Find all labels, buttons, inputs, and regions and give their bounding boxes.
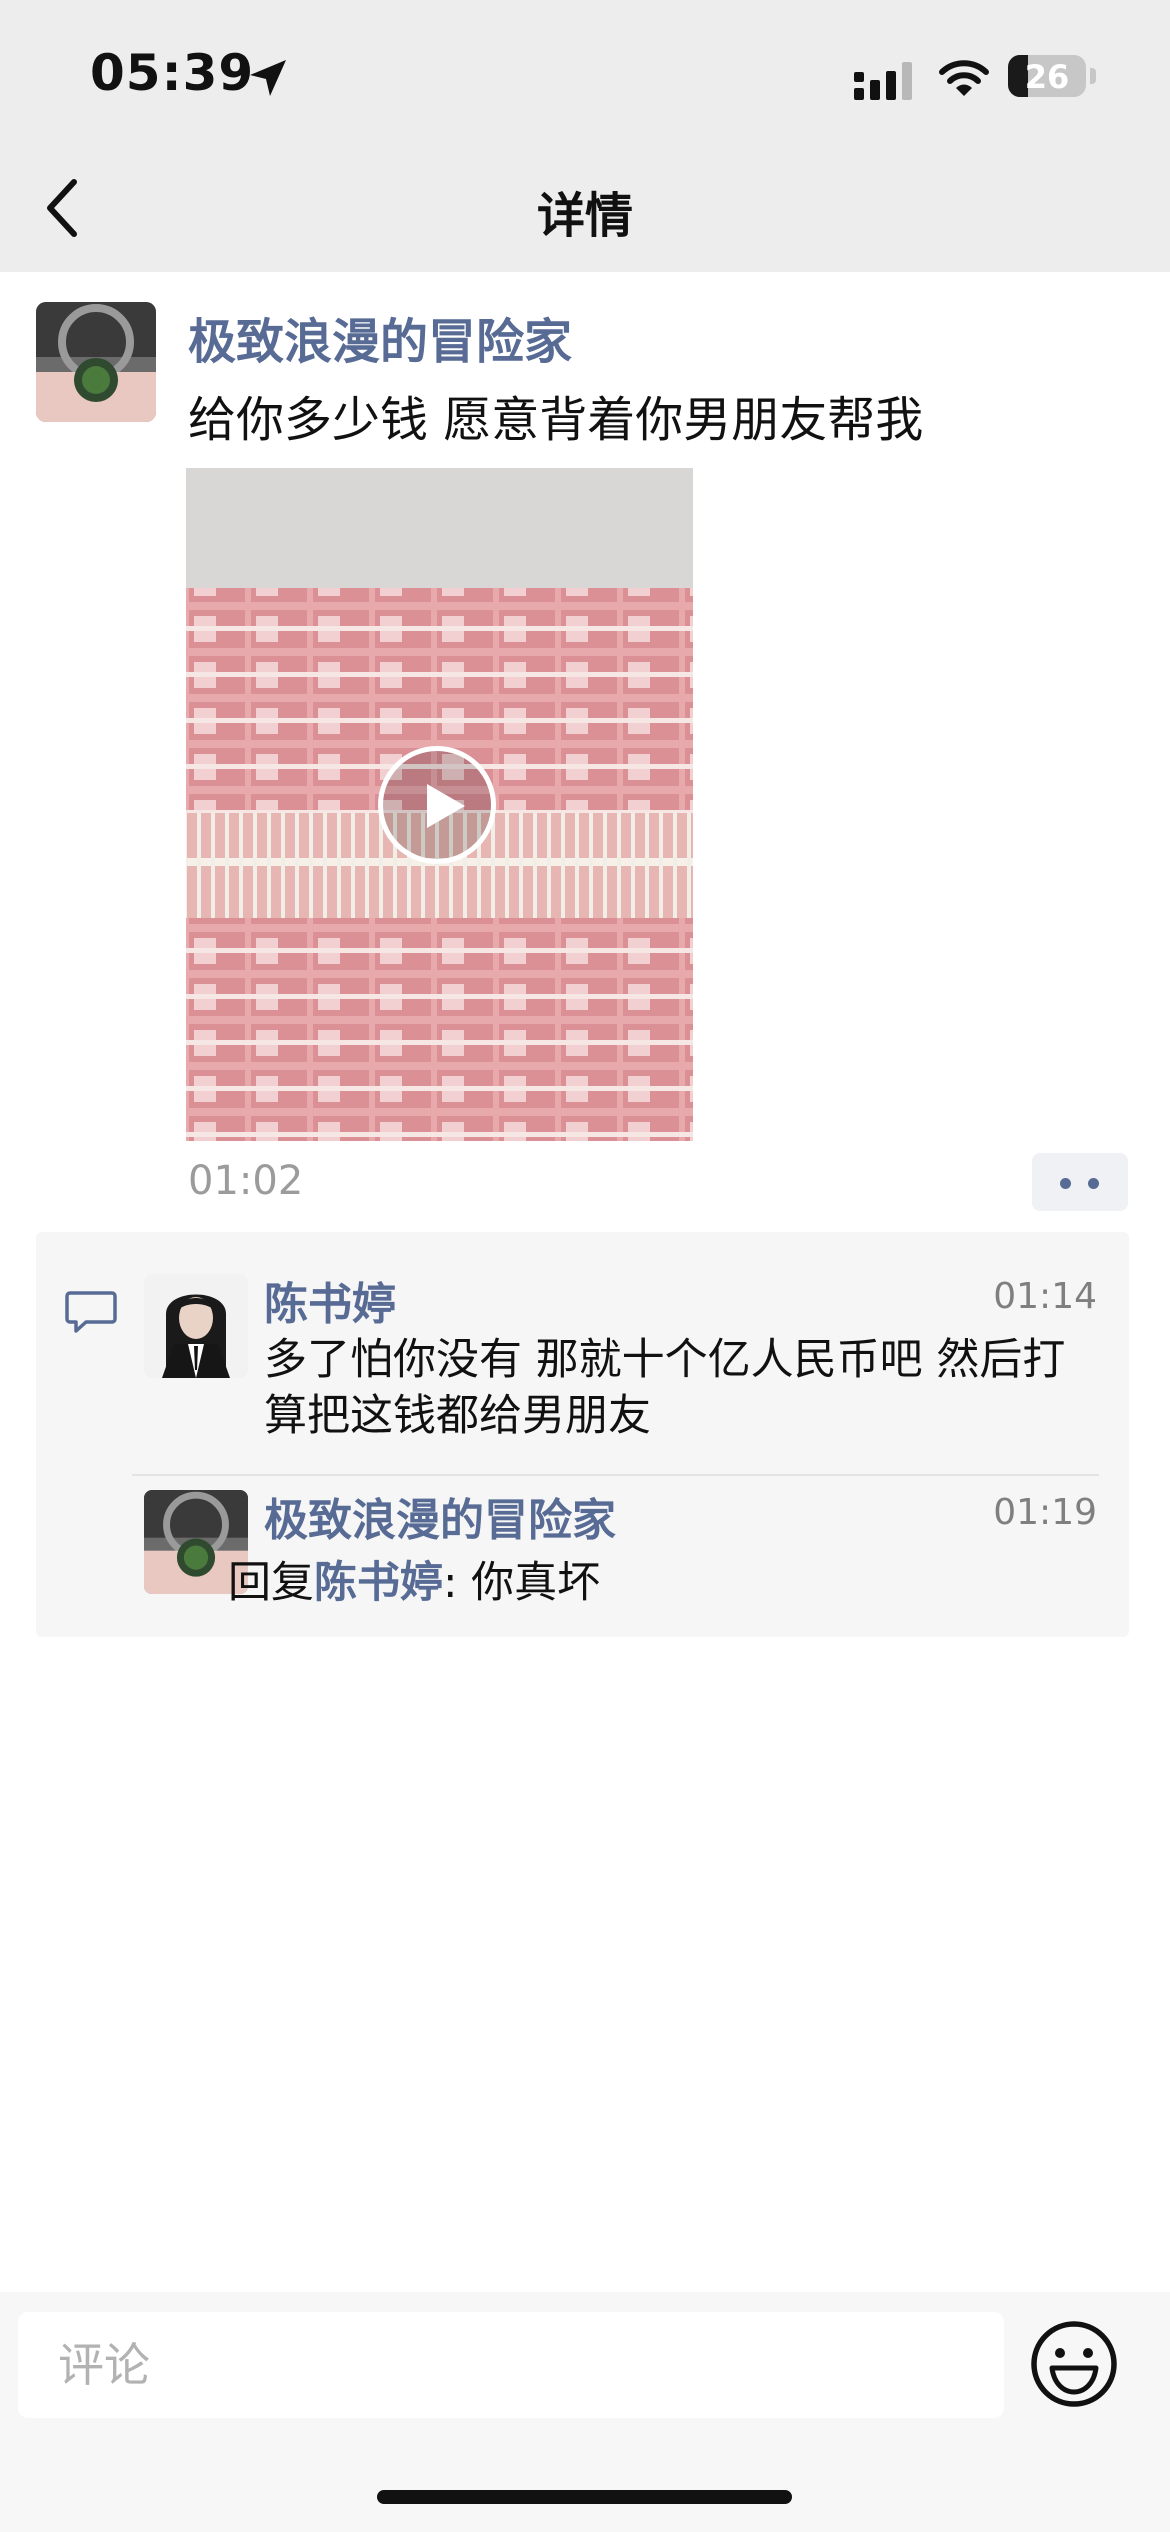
- status-time: 05:39: [90, 44, 255, 102]
- comment-divider: [132, 1474, 1099, 1476]
- commenter-avatar[interactable]: [144, 1274, 248, 1378]
- smiley-face-icon[interactable]: [1028, 2318, 1120, 2410]
- comment-bubble-icon: [65, 1291, 117, 1333]
- cellular-signal-icon: [854, 62, 912, 100]
- reply-prefix: 回复: [228, 1558, 314, 1608]
- wifi-icon: [939, 60, 989, 96]
- comment-bar: [0, 2292, 1170, 2532]
- top-bar: 05:39 26 详情: [0, 0, 1170, 272]
- post-author-name[interactable]: 极致浪漫的冒险家: [188, 302, 572, 372]
- post-text: 给你多少钱 愿意背着你男朋友帮我: [188, 392, 924, 448]
- home-indicator: [377, 2490, 792, 2504]
- reply-comment-text: 回复陈书婷: 你真坏: [228, 1548, 600, 1610]
- battery-level: 26: [1024, 58, 1070, 96]
- battery-cap: [1090, 68, 1096, 84]
- play-triangle: [427, 784, 465, 828]
- page-title: 详情: [536, 188, 633, 244]
- post-time: 01:02: [188, 1158, 304, 1204]
- play-icon[interactable]: [378, 746, 496, 864]
- post-video-thumbnail[interactable]: [186, 468, 693, 1141]
- comment-time: 01:14: [993, 1276, 1097, 1317]
- reply-body: 你真坏: [471, 1558, 601, 1608]
- two-dots-icon: [1060, 1178, 1071, 1189]
- reply-target-name[interactable]: 陈书婷: [314, 1558, 443, 1608]
- moments-detail-page: 05:39 26 详情 极致浪漫的冒险家 给你多少钱 愿意背着你男朋友帮我 01…: [0, 0, 1170, 2532]
- comment-time: 01:19: [993, 1492, 1097, 1533]
- more-options-button[interactable]: [1032, 1153, 1128, 1211]
- reply-separator: :: [443, 1558, 472, 1608]
- battery-indicator: 26: [1008, 55, 1086, 97]
- location-arrow-icon: [250, 60, 286, 96]
- comment-text: 多了怕你没有 那就十个亿人民币吧 然后打算把这钱都给男朋友: [264, 1335, 1066, 1441]
- comment-author-name[interactable]: 陈书婷: [264, 1268, 396, 1332]
- comment-author-name[interactable]: 极致浪漫的冒险家: [264, 1484, 616, 1548]
- two-dots-icon: [1088, 1178, 1099, 1189]
- comment-input[interactable]: [18, 2312, 1004, 2418]
- post-author-avatar[interactable]: [36, 302, 156, 422]
